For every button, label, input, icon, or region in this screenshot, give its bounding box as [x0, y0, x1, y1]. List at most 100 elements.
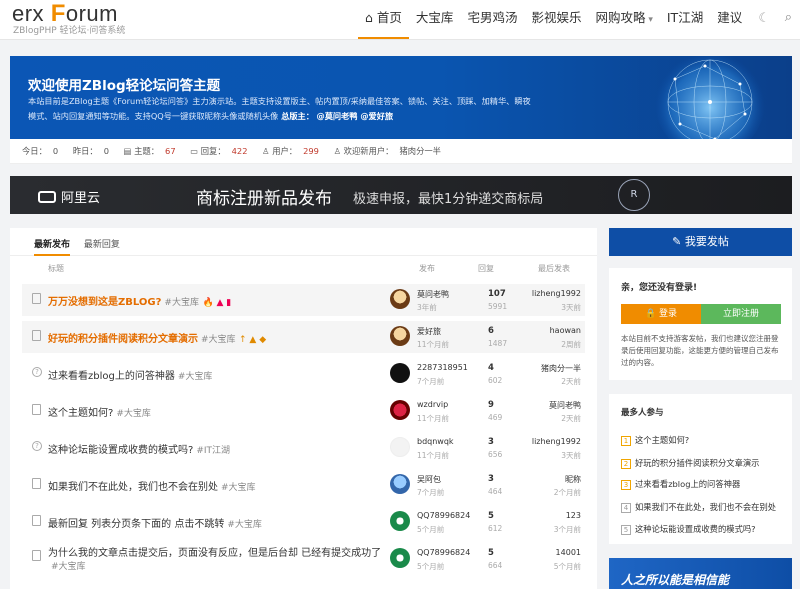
globe-graphic-icon	[655, 56, 765, 139]
post-date: 7个月前	[417, 377, 445, 386]
topic-title[interactable]: 为什么我的文章点击提交后，页面没有反应，但是后台却 已经有提交成功了#大宝库	[48, 547, 388, 574]
search-icon[interactable]: ⌕	[785, 10, 792, 25]
post-date: 5个月前	[417, 562, 445, 571]
author-name[interactable]: 吴阿包	[417, 474, 441, 485]
table-row[interactable]: 为什么我的文章点击提交后，页面没有反应，但是后台却 已经有提交成功了#大宝库 Q…	[22, 541, 585, 583]
topic-tag[interactable]: #大宝库	[221, 483, 256, 493]
table-row[interactable]: 如果我们不在此处，我们也不会在别处 #大宝库 吴阿包 7个月前 3 464 昵称 …	[22, 469, 585, 501]
stat-users: ♙ 用户： 299	[262, 146, 319, 156]
list-item[interactable]: 2 好玩的积分插件阅读积分文章演示	[621, 457, 759, 469]
nav-item-entertainment[interactable]: 影视娱乐	[524, 0, 588, 39]
list-item[interactable]: 3 过来看看zblog上的问答神器	[621, 478, 740, 490]
avatar[interactable]	[390, 511, 410, 531]
avatar[interactable]	[390, 474, 410, 494]
reply-count: 5	[488, 548, 494, 558]
list-item[interactable]: 4 如果我们不在此处，我们也不会在别处	[621, 501, 776, 513]
rank-badge: 5	[621, 525, 631, 535]
topic-title[interactable]: 好玩的积分插件阅读积分文章演示 #大宝库 ↑ ▲ ◆	[48, 330, 266, 345]
view-count: 469	[488, 413, 503, 422]
table-row[interactable]: ? 这种论坛能设置成收费的模式吗? #IT江湖 bdqnwqk 11个月前 3 6…	[22, 432, 585, 464]
login-button[interactable]: 🔒 登录	[621, 304, 701, 324]
tab-latest-posts[interactable]: 最新发布	[34, 228, 71, 256]
new-post-button[interactable]: ✎ 我要发帖	[609, 228, 792, 256]
nav-item-home[interactable]: ⌂ 首页	[358, 0, 409, 39]
reply-count: 3	[488, 437, 494, 447]
banner-moderators[interactable]: @莫问老鸭 @爱好旅	[317, 111, 394, 121]
post-date: 7个月前	[417, 488, 445, 497]
reply-count: 9	[488, 400, 494, 410]
table-row[interactable]: 好玩的积分插件阅读积分文章演示 #大宝库 ↑ ▲ ◆ 爱好旅 11个月前 6 14…	[22, 321, 585, 353]
view-count: 464	[488, 487, 503, 496]
last-time: 2周前	[561, 340, 581, 349]
topic-title[interactable]: 最新回复 列表分页条下面的 点击不跳转 #大宝库	[48, 515, 262, 530]
topic-tag[interactable]: #大宝库	[51, 562, 86, 572]
author-name[interactable]: QQ78996824	[417, 511, 470, 520]
author-name[interactable]: wzdrvip	[417, 400, 448, 409]
nav-item-it[interactable]: IT江湖	[660, 0, 710, 39]
nav-item-soup[interactable]: 宅男鸡汤	[460, 0, 524, 39]
last-poster[interactable]: 莫问老鸭	[549, 400, 581, 411]
topic-tag[interactable]: #大宝库	[201, 335, 236, 345]
new-user-link[interactable]: 猪肉分一半	[399, 146, 441, 156]
last-poster[interactable]: lizheng1992	[532, 289, 581, 298]
ad-subtitle: 极速申报，最快1分钟递交商标局	[353, 192, 544, 207]
author-name[interactable]: 爱好旅	[417, 326, 441, 337]
avatar[interactable]	[390, 548, 410, 568]
topic-flags: 🔥 ▲ ▮	[202, 298, 232, 308]
topic-flags: ↑ ▲ ◆	[239, 335, 267, 345]
topic-tag[interactable]: #大宝库	[227, 520, 262, 530]
site-header: erx Forum ZBlogPHP 轻论坛·问答系统 ⌂ 首页 大宝库 宅男鸡…	[0, 0, 800, 40]
avatar[interactable]	[390, 363, 410, 383]
author-name[interactable]: 莫问老鸭	[417, 289, 449, 300]
last-poster[interactable]: 14001	[556, 548, 581, 557]
author-name[interactable]: bdqnwqk	[417, 437, 454, 446]
topic-tag[interactable]: #大宝库	[116, 409, 151, 419]
topic-tag[interactable]: #IT江湖	[196, 446, 230, 456]
last-time: 3天前	[561, 451, 581, 460]
list-item[interactable]: 5 这种论坛能设置成收费的模式吗?	[621, 523, 756, 535]
topic-title[interactable]: 如果我们不在此处，我们也不会在别处 #大宝库	[48, 478, 256, 493]
table-row[interactable]: 最新回复 列表分页条下面的 点击不跳转 #大宝库 QQ78996824 5个月前 …	[22, 506, 585, 538]
site-logo[interactable]: erx Forum ZBlogPHP 轻论坛·问答系统	[12, 2, 126, 37]
document-icon	[32, 404, 41, 415]
hot-topics-title: 最多人参与	[621, 408, 664, 418]
table-row[interactable]: ? 过来看看zblog上的问答神器 #大宝库 2287318951 7个月前 4 …	[22, 358, 585, 390]
moon-icon[interactable]: ☾	[758, 11, 770, 26]
sidebar-ad[interactable]: 人之所以能是相信能	[609, 558, 792, 589]
last-poster[interactable]: lizheng1992	[532, 437, 581, 446]
table-row[interactable]: 这个主题如何? #大宝库 wzdrvip 11个月前 9 469 莫问老鸭 2天前	[22, 395, 585, 427]
col-title: 标题	[48, 264, 64, 273]
topic-title[interactable]: 这个主题如何? #大宝库	[48, 404, 151, 419]
table-row[interactable]: 万万没想到这是ZBLOG? #大宝库 🔥 ▲ ▮ 莫问老鸭 3年前 107 599…	[22, 284, 585, 316]
nav-item-suggest[interactable]: 建议	[710, 0, 749, 39]
nav-item-shopping[interactable]: 网购攻略 ▾	[588, 0, 659, 39]
topic-title[interactable]: 这种论坛能设置成收费的模式吗? #IT江湖	[48, 441, 230, 456]
view-count: 612	[488, 524, 503, 533]
topic-title[interactable]: 过来看看zblog上的问答神器 #大宝库	[48, 367, 212, 382]
registered-mark-icon: R	[618, 179, 650, 211]
avatar[interactable]	[390, 326, 410, 346]
last-poster[interactable]: 123	[566, 511, 581, 520]
topic-title[interactable]: 万万没想到这是ZBLOG? #大宝库 🔥 ▲ ▮	[48, 293, 231, 308]
avatar[interactable]	[390, 400, 410, 420]
col-post: 发布	[419, 264, 435, 273]
logo-subtitle: ZBlogPHP 轻论坛·问答系统	[13, 26, 126, 36]
last-poster[interactable]: 猪肉分一半	[541, 363, 581, 374]
avatar[interactable]	[390, 437, 410, 457]
list-item[interactable]: 1 这个主题如何?	[621, 434, 689, 446]
last-poster[interactable]: 昵称	[565, 474, 581, 485]
last-time: 3个月前	[553, 525, 581, 534]
document-icon	[32, 293, 41, 304]
author-name[interactable]: QQ78996824	[417, 548, 470, 557]
ad-banner[interactable]: 阿里云 商标注册新品发布 极速申报，最快1分钟递交商标局 R	[10, 176, 792, 214]
view-count: 5991	[488, 302, 508, 311]
author-name[interactable]: 2287318951	[417, 363, 468, 372]
last-poster[interactable]: haowan	[550, 326, 581, 335]
nav-item-treasure[interactable]: 大宝库	[409, 0, 461, 39]
tab-latest-replies[interactable]: 最新回复	[84, 228, 120, 256]
topic-tag[interactable]: #大宝库	[164, 298, 199, 308]
register-button[interactable]: 立即注册	[701, 304, 781, 324]
avatar[interactable]	[390, 289, 410, 309]
topic-tag[interactable]: #大宝库	[178, 372, 213, 382]
ad-title: 商标注册新品发布	[196, 189, 332, 209]
